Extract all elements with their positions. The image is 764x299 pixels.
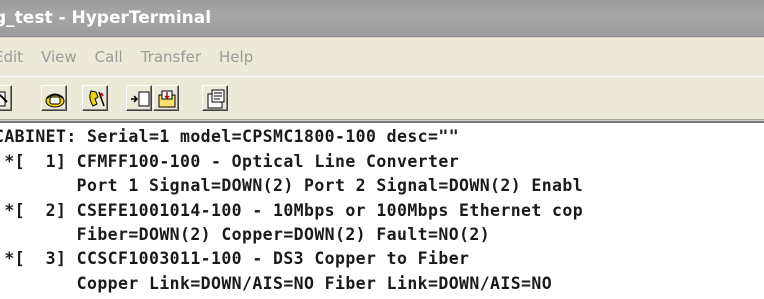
terminal-line: *[ 2] CSEFE1001014-100 - 10Mbps or 100Mb… [0,201,584,220]
menu-bar: Edit View Call Transfer Help [0,38,764,76]
terminal-line: *[ 1] CFMFF100-100 - Optical Line Conver… [0,152,460,171]
terminal-line: CABINET: Serial=1 model=CPSMC1800-100 de… [0,127,460,146]
disconnect-button[interactable] [82,85,108,111]
terminal-line: Copper Link=DOWN/AIS=NO Fiber Link=DOWN/… [0,274,553,293]
window-title: g_test - HyperTerminal [0,8,212,28]
properties-partial-button[interactable] [0,85,12,111]
send-icon [131,91,150,107]
properties-button[interactable] [202,85,228,111]
menu-edit[interactable]: Edit [0,48,32,66]
toolbar [0,76,764,120]
receive-button[interactable] [153,85,179,111]
menu-transfer[interactable]: Transfer [132,48,210,66]
connect-button[interactable] [41,85,67,111]
terminal-line: *[ 3] CCSCF1003011-100 - DS3 Copper to F… [0,249,470,268]
title-bar[interactable]: g_test - HyperTerminal [0,0,764,37]
menu-view[interactable]: View [32,48,86,66]
terminal-screen[interactable]: CABINET: Serial=1 model=CPSMC1800-100 de… [0,121,764,299]
menu-help[interactable]: Help [210,48,262,66]
send-button[interactable] [126,85,152,111]
receive-icon [158,90,176,108]
terminal-line: Port 1 Signal=DOWN(2) Port 2 Signal=DOWN… [0,176,584,195]
phone-disconnect-icon [89,90,105,107]
menu-call[interactable]: Call [86,48,132,66]
terminal-line: Fiber=DOWN(2) Copper=DOWN(2) Fault=NO(2) [0,225,491,244]
properties-partial-icon [0,91,8,107]
phone-connect-icon [45,93,65,108]
properties-icon [207,89,225,109]
